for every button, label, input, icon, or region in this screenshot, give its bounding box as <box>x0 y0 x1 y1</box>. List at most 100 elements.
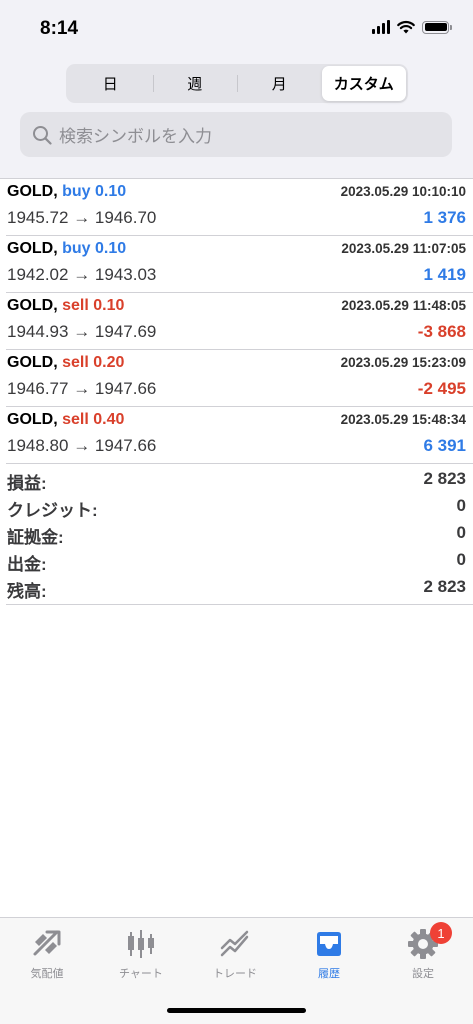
arrow-icon: → <box>73 208 91 227</box>
period-tab-month[interactable]: 月 <box>237 66 322 101</box>
trade-profit: 1 376 <box>423 208 466 227</box>
account-summary: 損益: 2 823 クレジット: 0 証拠金: 0 出金: 0 残高: 2 82… <box>6 465 473 605</box>
notification-badge: 1 <box>430 922 452 944</box>
period-tab-day[interactable]: 日 <box>68 66 153 101</box>
gear-icon <box>376 926 470 962</box>
wifi-icon <box>397 20 415 34</box>
summary-label: 証拠金: <box>7 528 64 547</box>
summary-label: 出金: <box>7 555 47 574</box>
trade-row[interactable]: GOLD, buy 0.10 2023.05.29 10:10:10 1945.… <box>6 179 473 236</box>
cellular-signal-icon <box>372 20 390 34</box>
home-indicator <box>167 1008 306 1013</box>
candlestick-chart-icon <box>94 926 188 962</box>
trade-datetime: 2023.05.29 15:48:34 <box>340 412 466 427</box>
price-open: 1942.02 <box>7 265 69 284</box>
status-icons <box>372 20 452 34</box>
tab-label: チャート <box>119 968 163 980</box>
summary-deposit-row: 証拠金: 0 <box>6 519 473 547</box>
summary-value: 2 823 <box>423 469 466 488</box>
status-bar: 8:14 <box>0 0 473 60</box>
trade-prices: 1946.77 → 1947.66 <box>7 379 156 399</box>
trade-prices: 1942.02 → 1943.03 <box>7 265 156 285</box>
trade-row[interactable]: GOLD, sell 0.40 2023.05.29 15:48:34 1948… <box>6 407 473 464</box>
trade-profit: 6 391 <box>423 436 466 455</box>
trade-volume: 0.10 <box>95 183 127 200</box>
price-open: 1946.77 <box>7 379 69 398</box>
symbol-search-input[interactable]: 検索シンボルを入力 <box>20 112 452 157</box>
trade-row[interactable]: GOLD, sell 0.20 2023.05.29 15:23:09 1946… <box>6 350 473 407</box>
search-icon <box>33 125 52 145</box>
summary-value: 0 <box>456 550 466 569</box>
arrow-icon: → <box>73 322 91 341</box>
status-time: 8:14 <box>40 18 79 39</box>
search-placeholder: 検索シンボルを入力 <box>59 127 212 146</box>
trade-prices: 1948.80 → 1947.66 <box>7 436 156 456</box>
trade-symbol: GOLD, <box>7 354 58 371</box>
trade-volume: 0.40 <box>93 411 125 428</box>
price-close: 1947.66 <box>94 379 157 398</box>
tab-history[interactable]: 履歴 <box>282 926 376 981</box>
trade-side: sell <box>62 411 89 428</box>
trade-symbol: GOLD, <box>7 297 58 314</box>
trade-side: buy <box>62 240 91 257</box>
summary-value: 0 <box>456 496 466 515</box>
tab-label: 設定 <box>412 968 434 980</box>
summary-value: 2 823 <box>423 577 466 596</box>
tab-settings[interactable]: 1 設定 <box>376 922 470 981</box>
trade-side: sell <box>62 354 89 371</box>
trade-icon <box>188 926 282 962</box>
history-inbox-icon <box>282 926 376 962</box>
summary-label: 損益: <box>7 474 47 493</box>
trade-title: GOLD, buy 0.10 <box>7 183 126 201</box>
trade-title: GOLD, sell 0.10 <box>7 297 124 315</box>
trade-profit: 1 419 <box>423 265 466 284</box>
summary-profit-row: 損益: 2 823 <box>6 465 473 493</box>
trade-datetime: 2023.05.29 11:48:05 <box>341 298 466 313</box>
trade-side: buy <box>62 183 91 200</box>
summary-withdrawal-row: 出金: 0 <box>6 546 473 574</box>
arrow-icon: → <box>73 379 91 398</box>
tab-quotes[interactable]: 気配値 <box>0 926 94 981</box>
summary-balance-row: 残高: 2 823 <box>6 573 473 601</box>
trade-volume: 0.10 <box>93 297 125 314</box>
trade-volume: 0.20 <box>93 354 125 371</box>
summary-value: 0 <box>456 523 466 542</box>
price-close: 1943.03 <box>94 265 157 284</box>
price-close: 1947.69 <box>94 322 157 341</box>
summary-label: 残高: <box>7 582 47 601</box>
trade-profit: -2 495 <box>417 379 466 398</box>
trade-title: GOLD, sell 0.20 <box>7 354 124 372</box>
tab-label: 履歴 <box>318 968 340 980</box>
tab-label: 気配値 <box>30 968 64 980</box>
price-open: 1948.80 <box>7 436 69 455</box>
trade-title: GOLD, buy 0.10 <box>7 240 126 258</box>
period-segmented-control: 日 週 月 カスタム <box>66 64 408 103</box>
arrow-icon: → <box>73 436 91 455</box>
quotes-icon <box>0 926 94 962</box>
tab-chart[interactable]: チャート <box>94 926 188 981</box>
trade-symbol: GOLD, <box>7 411 58 428</box>
battery-icon <box>422 20 452 34</box>
trade-prices: 1944.93 → 1947.69 <box>7 322 156 342</box>
trade-side: sell <box>62 297 89 314</box>
tab-trade[interactable]: トレード <box>188 926 282 981</box>
trade-title: GOLD, sell 0.40 <box>7 411 124 429</box>
period-tab-custom[interactable]: カスタム <box>321 66 406 101</box>
price-open: 1944.93 <box>7 322 69 341</box>
price-close: 1947.66 <box>94 436 157 455</box>
trade-datetime: 2023.05.29 10:10:10 <box>340 184 466 199</box>
trade-datetime: 2023.05.29 15:23:09 <box>340 355 466 370</box>
trade-row[interactable]: GOLD, buy 0.10 2023.05.29 11:07:05 1942.… <box>6 236 473 293</box>
trade-volume: 0.10 <box>95 240 127 257</box>
trade-row[interactable]: GOLD, sell 0.10 2023.05.29 11:48:05 1944… <box>6 293 473 350</box>
trade-profit: -3 868 <box>417 322 466 341</box>
price-close: 1946.70 <box>94 208 157 227</box>
trade-symbol: GOLD, <box>7 240 58 257</box>
summary-label: クレジット: <box>7 501 98 520</box>
trade-prices: 1945.72 → 1946.70 <box>7 208 156 228</box>
arrow-icon: → <box>73 265 91 284</box>
period-tab-week[interactable]: 週 <box>152 66 238 101</box>
trade-datetime: 2023.05.29 11:07:05 <box>341 241 466 256</box>
summary-credit-row: クレジット: 0 <box>6 492 473 520</box>
price-open: 1945.72 <box>7 208 69 227</box>
